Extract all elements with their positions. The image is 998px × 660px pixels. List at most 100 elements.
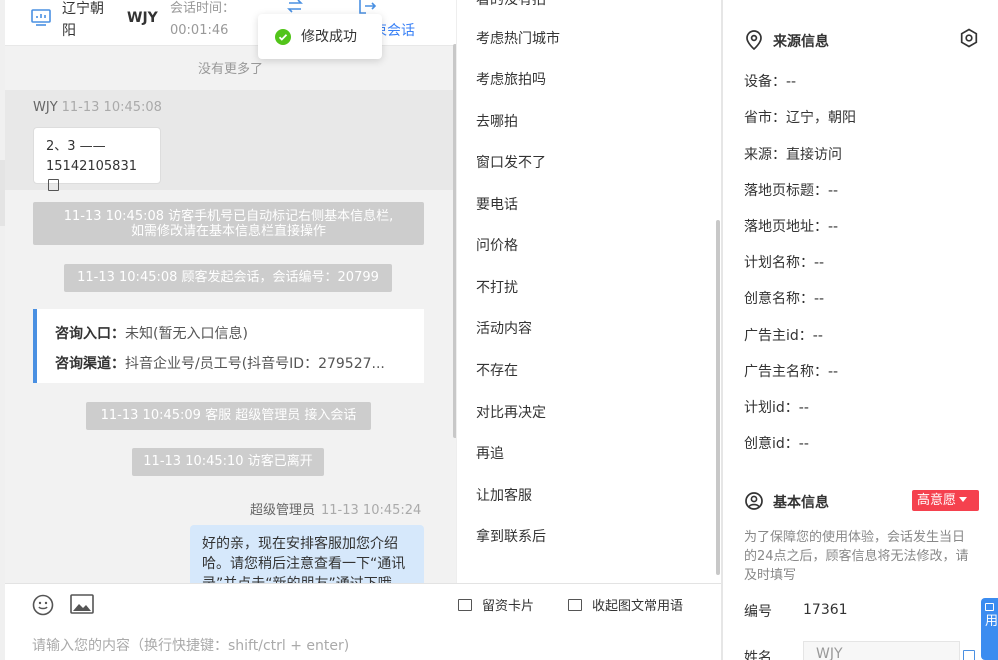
field-value: -- (798, 436, 809, 452)
collapse-phrases-button[interactable]: 收起图文常用语 (568, 597, 683, 617)
lead-card-label: 留资卡片 (482, 599, 535, 614)
system-message-visitor-left: 11-13 10:45:10 访客已离开 (132, 448, 324, 476)
system-message-session-start: 11-13 10:45:08 顾客发起会话，会话编号：20799 (64, 264, 392, 292)
lead-card-button[interactable]: 留资卡片 (458, 597, 534, 617)
source-field-device: 设备：-- (744, 72, 796, 92)
visitor-message-line2: 15142105831 (46, 157, 148, 197)
source-field-plan-id: 计划id：-- (744, 398, 809, 418)
field-label: 创意名称： (744, 291, 814, 307)
visitor-sender: WJY (33, 100, 58, 115)
phrases-icon (568, 599, 582, 611)
field-value: 辽宁，朝阳 (786, 110, 856, 126)
field-value: -- (798, 400, 809, 416)
source-field-landing-url: 落地页地址：-- (744, 217, 838, 237)
agent-message-meta: 超级管理员 11-13 10:45:24 (250, 499, 421, 518)
visitor-message: 2、3 —— 15142105831 (33, 127, 161, 191)
phrase-item[interactable]: 问价格 (476, 236, 518, 256)
consult-entry-label: 咨询入口： (55, 326, 125, 342)
consult-channel-value: 抖音企业号/员工号(抖音号ID：279527... (125, 356, 385, 372)
consult-channel-row: 咨询渠道：抖音企业号/员工号(抖音号ID：279527... (55, 349, 424, 379)
source-field-creative-id: 创意id：-- (744, 434, 809, 454)
toast-message: 修改成功 (301, 29, 357, 45)
field-label: 省市： (744, 110, 786, 126)
phrase-item[interactable]: 对比再决定 (476, 403, 546, 423)
chat-header: 辽宁朝阳 WJY 会话时间： 00:01:46 束会话 (5, 0, 456, 46)
phrase-item[interactable]: 看的没有拍 (476, 0, 546, 10)
basic-id-label: 编号 (744, 604, 772, 620)
field-label: 创意id： (744, 436, 799, 452)
phrase-item[interactable]: 去哪拍 (476, 112, 518, 132)
phrase-item[interactable]: 活动内容 (476, 319, 532, 339)
visitor-message-line1: 2、3 —— (46, 139, 106, 154)
consult-entry-value: 未知(暂无入口信息) (125, 326, 248, 342)
field-label: 落地页地址： (744, 219, 828, 235)
intent-badge-label: 高意愿 (917, 493, 957, 508)
phrase-item[interactable]: 考虑旅拍吗 (476, 70, 546, 90)
emoji-icon[interactable] (32, 594, 54, 616)
field-value: -- (786, 74, 797, 90)
success-toast: 修改成功 (258, 14, 382, 59)
image-icon[interactable] (70, 594, 94, 614)
edit-notice: 为了保障您的使用体验，会话发生当日的24点之后，顾客信息将无法修改，请及时填写 (744, 530, 969, 583)
consult-channel-label: 咨询渠道： (55, 356, 125, 372)
user-circle-icon (745, 492, 763, 510)
chat-icon (985, 603, 994, 611)
system-message-agent-joined: 11-13 10:45:09 客服 超级管理员 接入会话 (86, 402, 371, 430)
source-field-advertiser-id: 广告主id：-- (744, 326, 823, 346)
floating-side-label: 用 (985, 614, 998, 629)
field-label: 计划名称： (744, 255, 814, 271)
field-value: -- (828, 219, 839, 235)
app-root: 辽宁朝阳 WJY 会话时间： 00:01:46 束会话 没有更多了 WJY 11-… (0, 0, 998, 660)
monitor-icon (31, 9, 51, 26)
no-more-label: 没有更多了 (197, 62, 263, 77)
system-message-phone-tagged: 11-13 10:45:08 访客手机号已自动标记右侧基本信息栏, 如需修改请在基… (33, 202, 424, 245)
field-label: 广告主id： (744, 328, 813, 344)
phrase-item[interactable]: 考虑热门城市 (476, 29, 560, 49)
intent-badge[interactable]: 高意愿 (912, 490, 979, 511)
source-field-source: 来源：直接访问 (744, 145, 842, 165)
chat-pane: 辽宁朝阳 WJY 会话时间： 00:01:46 束会话 没有更多了 WJY 11-… (5, 0, 456, 583)
source-info-title: 来源信息 (773, 34, 829, 50)
collapse-phrases-label: 收起图文常用语 (592, 599, 684, 614)
system-message-line1: 11-13 10:45:08 访客手机号已自动标记右侧基本信息栏, (63, 209, 394, 224)
field-value: -- (812, 328, 823, 344)
phrase-item[interactable]: 要电话 (476, 195, 518, 215)
session-time-label: 会话时间： (170, 1, 236, 16)
field-value: 直接访问 (786, 147, 842, 163)
phrases-scrollbar[interactable] (716, 220, 720, 575)
phrase-item[interactable]: 不存在 (476, 361, 518, 381)
field-value: -- (814, 255, 825, 271)
consult-entry-card: 咨询入口：未知(暂无入口信息) 咨询渠道：抖音企业号/员工号(抖音号ID：279… (33, 309, 424, 383)
source-field-province: 省市：辽宁，朝阳 (744, 108, 856, 128)
edit-icon[interactable] (963, 650, 975, 660)
source-field-landing-title: 落地页标题：-- (744, 181, 838, 201)
basic-name-label: 姓名 (744, 650, 772, 660)
copy-icon[interactable] (48, 179, 59, 191)
name-field[interactable]: WJY (803, 641, 960, 660)
visitor-message-time: 11-13 10:45:08 (61, 100, 162, 115)
visitor-name: WJY (127, 10, 158, 26)
field-label: 计划id： (744, 400, 799, 416)
message-input-area: 留资卡片 收起图文常用语 请输入您的内容（换行快捷键：shift/ctrl + … (5, 583, 721, 660)
message-input[interactable]: 请输入您的内容（换行快捷键：shift/ctrl + enter) (32, 635, 349, 655)
phrase-item[interactable]: 窗口发不了 (476, 153, 546, 173)
visitor-message-meta: WJY 11-13 10:45:08 (33, 100, 162, 115)
source-field-advertiser-name: 广告主名称：-- (744, 362, 838, 382)
system-message-line2: 如需修改请在基本信息栏直接操作 (130, 224, 326, 239)
visitor-location: 辽宁朝阳 (62, 1, 104, 39)
basic-id-value: 17361 (803, 602, 848, 618)
field-value: -- (828, 183, 839, 199)
phrase-item[interactable]: 再追 (476, 444, 504, 464)
field-label: 广告主名称： (744, 364, 828, 380)
phrase-item[interactable]: 不打扰 (476, 278, 518, 298)
settings-icon[interactable] (959, 28, 979, 48)
field-label: 设备： (744, 74, 786, 90)
field-label: 落地页标题： (744, 183, 828, 199)
field-value: -- (814, 291, 825, 307)
source-field-creative-name: 创意名称：-- (744, 289, 824, 309)
source-field-plan-name: 计划名称：-- (744, 253, 824, 273)
phrase-item[interactable]: 拿到联系后 (476, 527, 546, 547)
floating-side-button[interactable]: 用 (981, 598, 998, 660)
phrase-item[interactable]: 让加客服 (476, 486, 532, 506)
consult-entry-row: 咨询入口：未知(暂无入口信息) (55, 319, 424, 349)
